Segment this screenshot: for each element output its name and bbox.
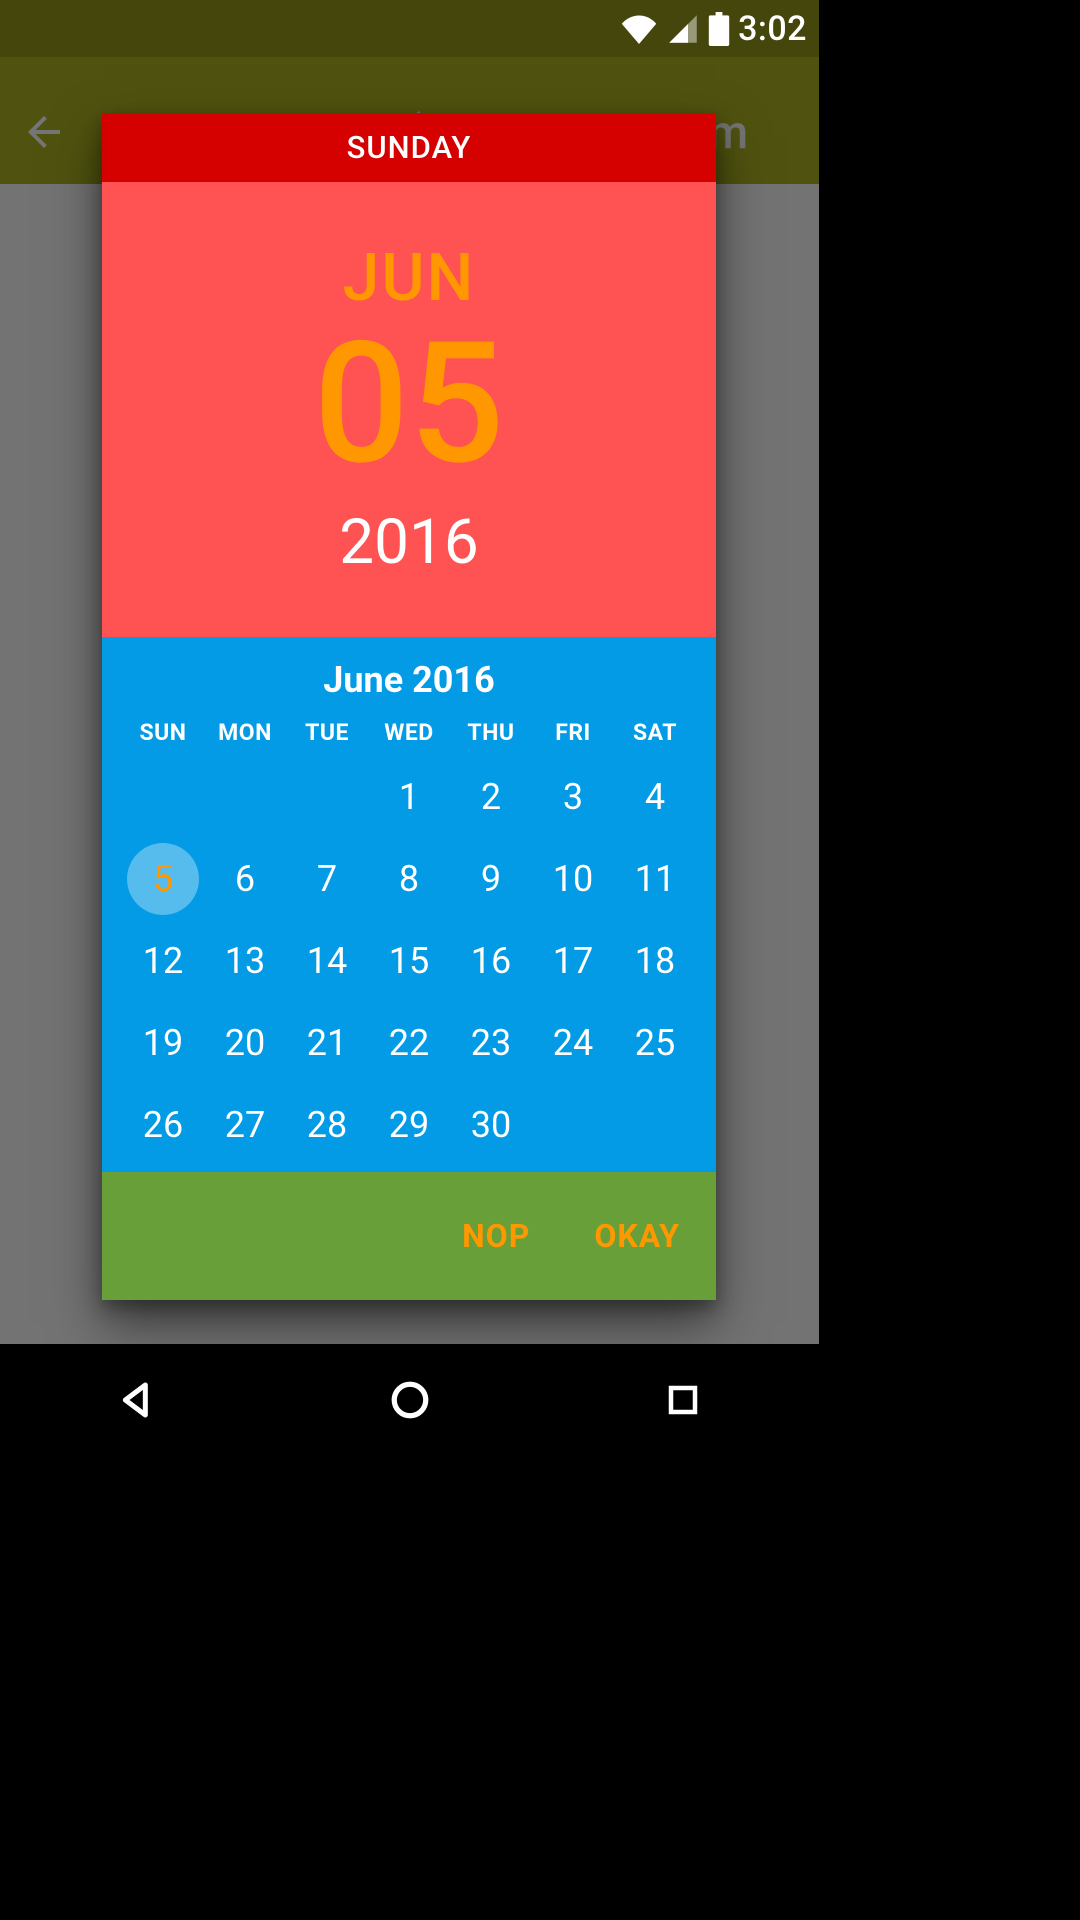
calendar-day[interactable]: 2 [450,756,532,838]
calendar-day[interactable]: 10 [532,838,614,920]
calendar-dow-header: THU [450,713,532,756]
calendar-day[interactable]: 15 [368,920,450,1002]
picker-dayofweek-text: SUNDAY [347,129,472,166]
calendar-day[interactable]: 21 [286,1002,368,1084]
calendar-day[interactable]: 20 [204,1002,286,1084]
calendar-day[interactable]: 16 [450,920,532,1002]
calendar-dow-header: TUE [286,713,368,756]
calendar-day[interactable]: 12 [122,920,204,1002]
calendar-day-blank [204,756,286,838]
calendar-day-blank [122,756,204,838]
picker-hero-year[interactable]: 2016 [339,506,478,579]
calendar-day[interactable]: 30 [450,1084,532,1166]
ok-button[interactable]: OKAY [594,1217,680,1255]
status-bar: 3:02 [0,0,819,57]
picker-hero: JUN 05 2016 [102,182,716,637]
system-nav-bar [0,1344,819,1456]
cancel-button[interactable]: NOP [462,1217,530,1255]
calendar-day[interactable]: 3 [532,756,614,838]
calendar-dow-header: SAT [614,713,696,756]
calendar-day[interactable]: 18 [614,920,696,1002]
calendar-day[interactable]: 29 [368,1084,450,1166]
calendar-dow-header: WED [368,713,450,756]
calendar-day[interactable]: 23 [450,1002,532,1084]
calendar-day[interactable]: 22 [368,1002,450,1084]
calendar-day[interactable]: 14 [286,920,368,1002]
calendar-dow-header: SUN [122,713,204,756]
calendar-day[interactable]: 26 [122,1084,204,1166]
nav-recents-button[interactable] [603,1364,763,1436]
picker-dayofweek-banner: SUNDAY [102,113,716,182]
calendar-day[interactable]: 27 [204,1084,286,1166]
calendar-day[interactable]: 28 [286,1084,368,1166]
calendar-day[interactable]: 4 [614,756,696,838]
nav-home-button[interactable] [330,1364,490,1436]
nav-back-button[interactable] [57,1364,217,1436]
calendar-day[interactable]: 19 [122,1002,204,1084]
date-picker-dialog: SUNDAY JUN 05 2016 June 2016 SUNMONTUEWE… [102,113,716,1300]
status-clock: 3:02 [738,9,807,49]
calendar-dow-header: FRI [532,713,614,756]
calendar-day[interactable]: 7 [286,838,368,920]
calendar-month-title: June 2016 [102,637,716,713]
calendar-day[interactable]: 25 [614,1002,696,1084]
battery-icon [708,12,730,46]
calendar-day-blank [286,756,368,838]
calendar-day[interactable]: 5 [122,838,204,920]
calendar-day[interactable]: 24 [532,1002,614,1084]
calendar-day[interactable]: 6 [204,838,286,920]
calendar-day[interactable]: 9 [450,838,532,920]
picker-hero-day[interactable]: 05 [314,317,505,493]
calendar-day[interactable]: 11 [614,838,696,920]
wifi-icon [620,14,658,44]
picker-calendar: June 2016 SUNMONTUEWEDTHUFRISAT 12345678… [102,637,716,1172]
calendar-day[interactable]: 1 [368,756,450,838]
cell-signal-icon [666,14,700,44]
calendar-day[interactable]: 17 [532,920,614,1002]
picker-action-bar: NOP OKAY [102,1172,716,1300]
calendar-dow-header: MON [204,713,286,756]
calendar-day[interactable]: 8 [368,838,450,920]
calendar-day[interactable]: 13 [204,920,286,1002]
